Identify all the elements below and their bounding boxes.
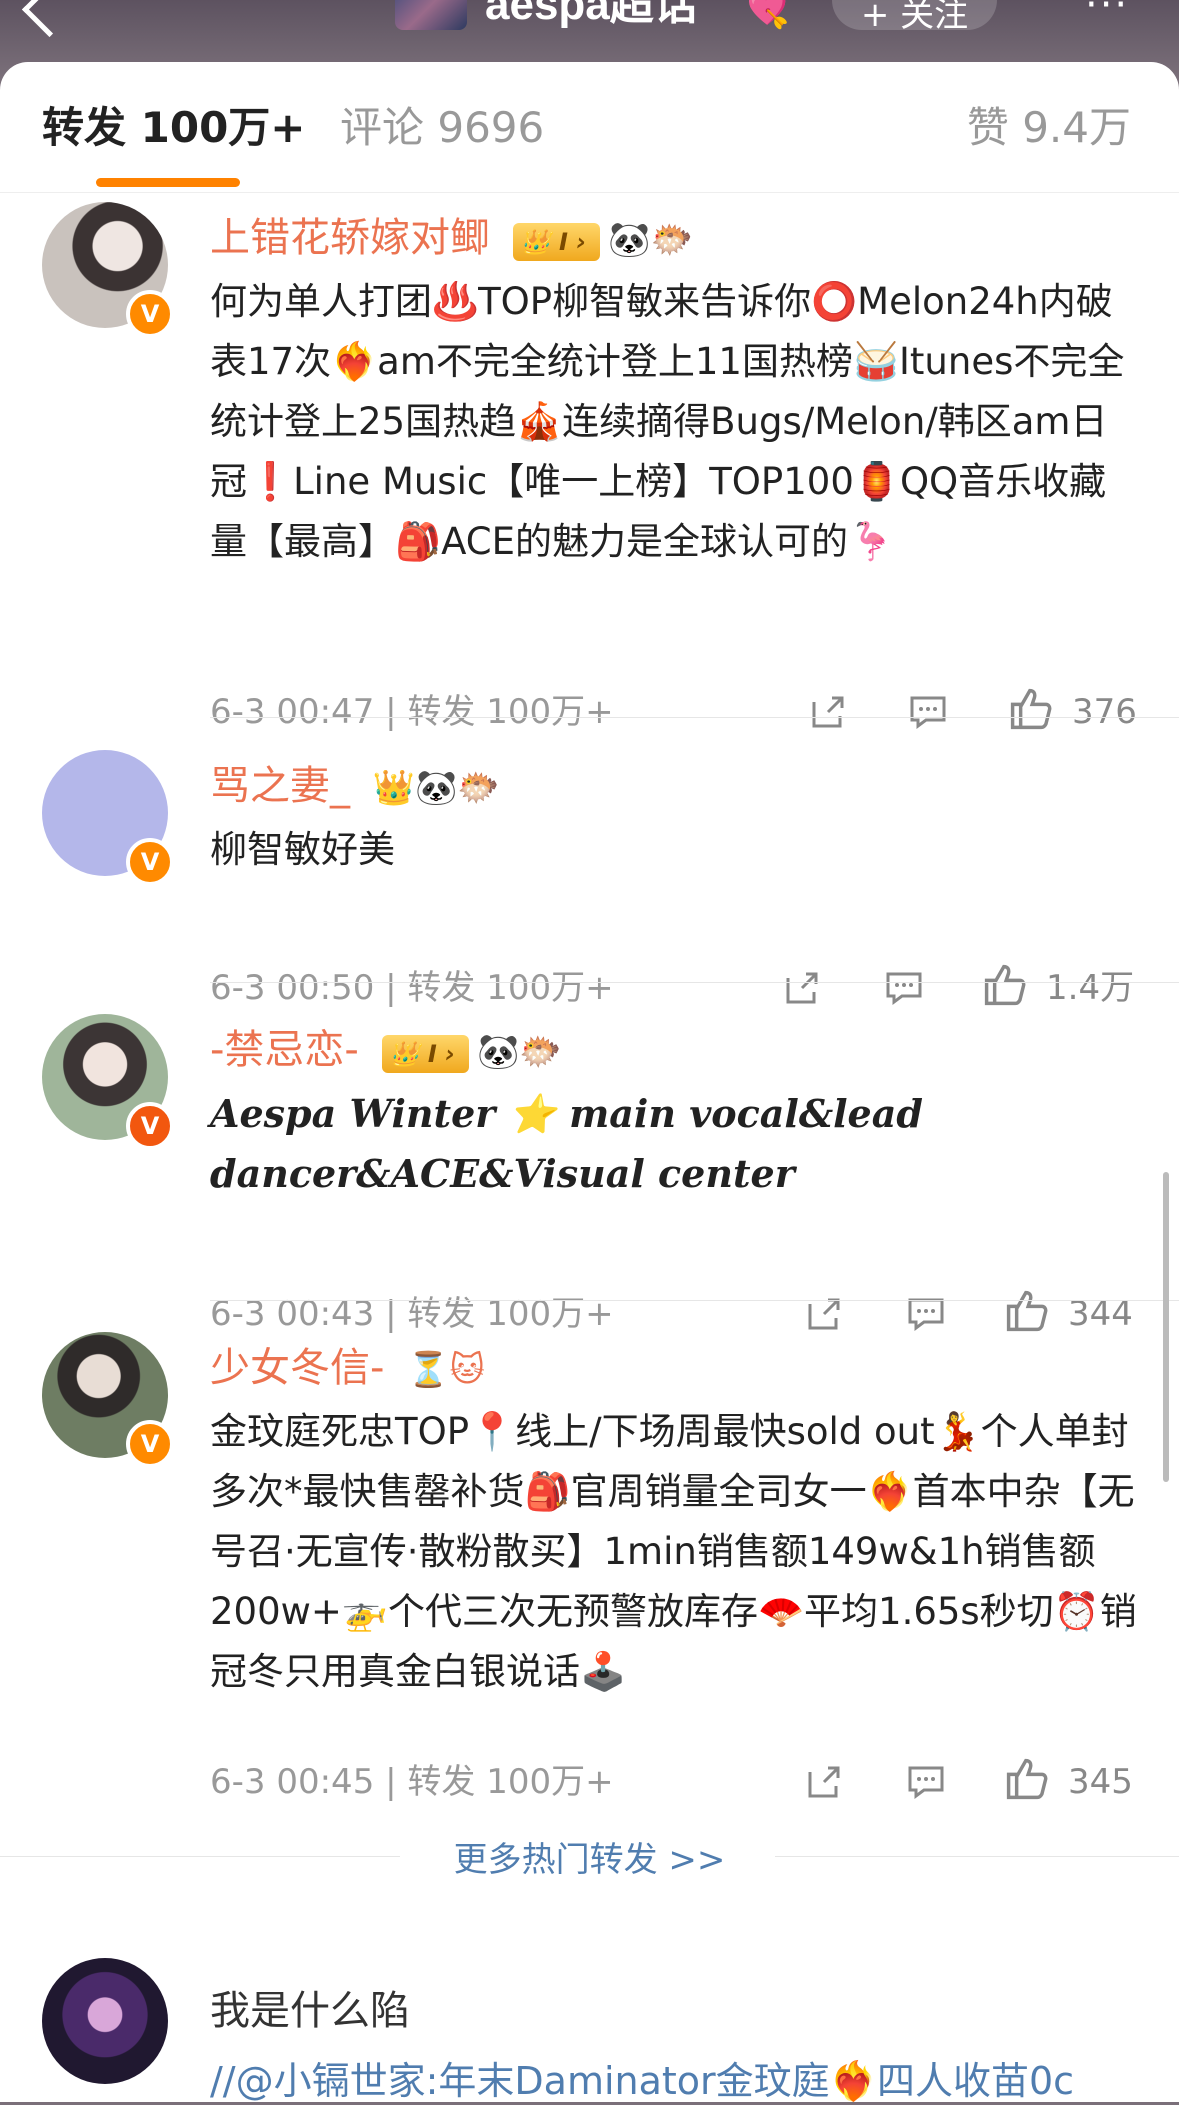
- fan-badges-icon: 👑🐼🐡: [372, 768, 500, 808]
- timestamp: 6-3 00:47: [210, 692, 375, 732]
- forward-text: 金玟庭死忠TOP📍线上/下场周最快sold out💃个人单封多次*最快售罄补货🎒…: [210, 1410, 1137, 1693]
- tab-bar: 转发 100万+ 评论 9696 赞 9.4万: [0, 62, 1179, 193]
- verified-icon: V: [126, 1420, 174, 1468]
- comment-icon[interactable]: [884, 968, 924, 1008]
- username[interactable]: 少女冬信- ⏳🐱: [210, 1342, 485, 1396]
- meta-line: 6-3 00:45 | 转发 100万+: [210, 1762, 614, 1802]
- supertopic-title[interactable]: aespa超话: [485, 0, 698, 30]
- tab-like[interactable]: 赞 9.4万: [967, 102, 1131, 154]
- divider: [210, 717, 1179, 718]
- username-text[interactable]: 上错花轿嫁对鲫: [210, 215, 490, 261]
- fan-badges-icon: 🐼🐡: [608, 220, 693, 260]
- username-text[interactable]: -禁忌恋-: [210, 1027, 359, 1073]
- share-icon[interactable]: [804, 1762, 844, 1802]
- username-text[interactable]: 少女冬信-: [210, 1345, 384, 1391]
- like-count: 344: [1068, 1294, 1133, 1334]
- tab-forward[interactable]: 转发 100万+: [42, 102, 306, 154]
- username[interactable]: 骂之妻_ 👑🐼🐡: [210, 760, 500, 814]
- meta-line: 6-3 00:50 | 转发 100万+: [210, 968, 614, 1008]
- like-icon[interactable]: [1004, 1288, 1050, 1334]
- divider: [210, 982, 1179, 983]
- forward-text: 柳智敏好美: [210, 828, 395, 871]
- comment-icon[interactable]: [906, 1762, 946, 1802]
- forward-count: 转发 100万+: [407, 1762, 614, 1802]
- verified-icon: V: [126, 290, 174, 338]
- username[interactable]: 上错花轿嫁对鲫 👑 I › 🐼🐡: [210, 212, 693, 266]
- fan-badges-icon: ⏳🐱: [407, 1350, 485, 1390]
- avatar[interactable]: [42, 1958, 168, 2084]
- forward-text: Aespa Winter ⭐ main vocal&lead dancer&AC…: [210, 1091, 923, 1196]
- back-icon[interactable]: [21, 0, 78, 38]
- active-tab-indicator: [96, 178, 240, 187]
- crown-level-icon: 👑 I ›: [512, 222, 601, 261]
- meta-line: 6-3 00:47 | 转发 100万+: [210, 692, 614, 732]
- like-count: 1.4万: [1046, 968, 1135, 1008]
- share-icon[interactable]: [782, 968, 822, 1008]
- verified-icon: V: [126, 1102, 174, 1150]
- like-count: 376: [1072, 692, 1137, 732]
- forward-text: //@小镉世家:年末Daminator金玟庭❤️‍🔥四人收苗0c: [210, 2059, 1075, 2103]
- comment-icon[interactable]: [908, 692, 948, 732]
- like-count: 345: [1068, 1762, 1133, 1802]
- forward-sheet: 转发 100万+ 评论 9696 赞 9.4万 V 上错花轿嫁对鲫 👑 I › 🐼…: [0, 62, 1179, 2103]
- fan-badges-icon: 🐼🐡: [477, 1032, 562, 1072]
- like-icon[interactable]: [1004, 1756, 1050, 1802]
- share-icon[interactable]: [808, 692, 848, 732]
- username[interactable]: 我是什么陷: [210, 1978, 410, 2036]
- like-icon[interactable]: [982, 962, 1028, 1008]
- scrollbar[interactable]: [1163, 1172, 1169, 1482]
- more-icon[interactable]: ···: [1085, 0, 1129, 28]
- timestamp: 6-3 00:45: [210, 1762, 375, 1802]
- follow-button[interactable]: + 关注: [832, 0, 997, 35]
- like-icon[interactable]: [1008, 686, 1054, 732]
- supertopic-avatar: [395, 0, 467, 30]
- username-text[interactable]: 骂之妻_: [210, 763, 350, 809]
- forward-text: 何为单人打团♨️TOP柳智敏来告诉你⭕️Melon24h内破表17次❤️‍🔥am…: [210, 280, 1125, 563]
- verified-icon: V: [126, 838, 174, 886]
- meta-line: 6-3 00:43 | 转发 100万+: [210, 1294, 614, 1334]
- tab-comment[interactable]: 评论 9696: [340, 102, 544, 154]
- more-hot-forwards-link[interactable]: 更多热门转发 >>: [0, 1832, 1179, 1881]
- crown-level-icon: 👑 I ›: [381, 1034, 470, 1073]
- username[interactable]: -禁忌恋- 👑 I › 🐼🐡: [210, 1024, 562, 1078]
- heart-badge-icon: 💘: [740, 0, 790, 31]
- timestamp: 6-3 00:50: [210, 968, 375, 1008]
- divider: [210, 1300, 1179, 1301]
- forward-count: 转发 100万+: [407, 692, 614, 732]
- forward-count: 转发 100万+: [407, 968, 614, 1008]
